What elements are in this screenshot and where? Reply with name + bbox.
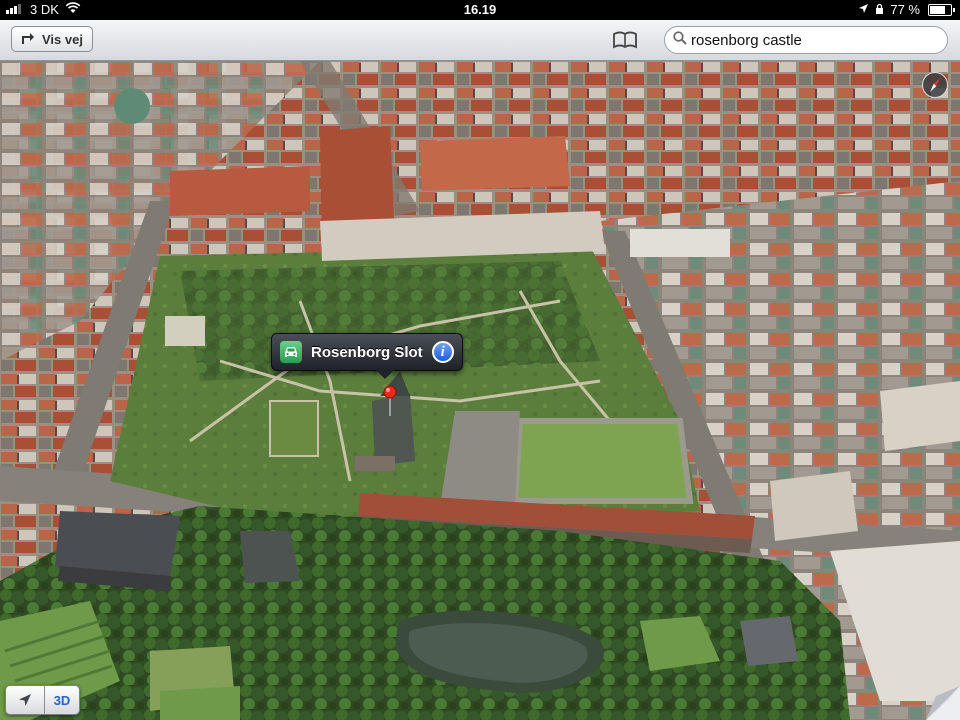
search-icon <box>673 30 687 50</box>
location-arrow-icon <box>858 2 869 17</box>
car-icon[interactable] <box>280 341 302 363</box>
bookmarks-icon[interactable] <box>612 29 638 51</box>
status-time: 16.19 <box>463 2 497 17</box>
directions-label: Vis vej <box>42 31 83 47</box>
toolbar: Vis vej rosenborg castle <box>0 20 960 61</box>
search-input[interactable]: rosenborg castle <box>691 32 802 49</box>
info-icon[interactable]: i <box>431 341 454 363</box>
3d-toggle-button[interactable]: 3D <box>45 686 79 714</box>
place-callout[interactable]: Rosenborg Slot i <box>271 333 463 379</box>
search-field[interactable]: rosenborg castle <box>664 26 948 54</box>
current-location-button[interactable] <box>6 686 45 714</box>
battery-percentage: 77 % <box>890 2 920 17</box>
place-title: Rosenborg Slot <box>311 343 423 361</box>
compass-icon[interactable] <box>922 72 948 98</box>
turn-arrow-icon <box>20 31 36 48</box>
directions-button[interactable]: Vis vej <box>11 26 93 52</box>
battery-fill <box>930 5 945 14</box>
status-bar: 3 DK 16.19 77 % <box>0 0 960 20</box>
lock-icon <box>875 2 884 17</box>
page-curl-icon[interactable] <box>926 686 960 720</box>
location-arrow-icon <box>18 693 32 707</box>
map-pin-icon[interactable] <box>383 385 397 417</box>
battery-icon <box>928 3 955 16</box>
map-view[interactable]: 3D <box>0 61 960 720</box>
map-controls: 3D <box>5 685 80 715</box>
satellite-flyover-image <box>0 61 960 720</box>
